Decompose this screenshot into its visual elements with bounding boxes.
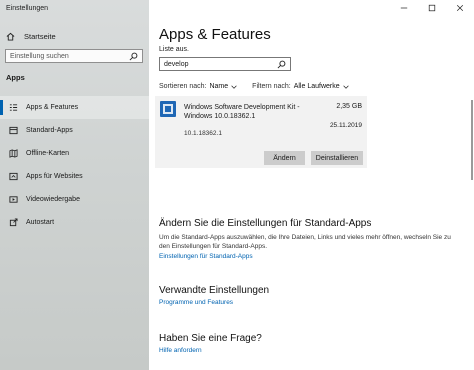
sort-value: Name — [209, 83, 229, 90]
filter-label: Filtern nach: — [252, 83, 291, 90]
sort-label: Sortieren nach: — [159, 83, 207, 90]
app-search-value: develop — [164, 60, 189, 68]
programs-features-link[interactable]: Programme und Features — [159, 299, 233, 306]
main-content: Apps & Features Liste aus. develop Sorti… — [149, 0, 474, 370]
startup-icon — [9, 218, 18, 227]
sidebar-item-video-playback[interactable]: Videowiedergabe — [0, 188, 149, 211]
search-icon[interactable] — [277, 60, 286, 69]
app-size: 2,35 GB — [336, 103, 362, 110]
scrollbar[interactable] — [471, 100, 473, 180]
search-icon[interactable] — [129, 52, 138, 61]
settings-search-input[interactable]: Einstellung suchen — [5, 49, 143, 63]
window-title: Einstellungen — [6, 5, 49, 12]
get-help-link[interactable]: Hilfe anfordern — [159, 347, 202, 354]
home-icon — [6, 32, 15, 41]
sidebar-section-title: Apps — [6, 73, 25, 82]
apps-list-icon — [9, 103, 18, 112]
sidebar-item-label: Standard-Apps — [26, 127, 73, 134]
chevron-down-icon — [342, 85, 349, 89]
sidebar-item-label: Apps & Features — [26, 104, 79, 111]
filter-dropdown[interactable]: Filtern nach: Alle Laufwerke — [252, 83, 349, 90]
app-version: 10.1.18362.1 — [184, 130, 222, 137]
question-heading: Haben Sie eine Frage? — [159, 333, 262, 344]
related-settings-heading: Verwandte Einstellungen — [159, 285, 270, 296]
close-icon — [456, 4, 464, 12]
window-controls — [390, 0, 474, 16]
settings-search-placeholder: Einstellung suchen — [10, 52, 69, 60]
home-label: Startseite — [24, 31, 56, 41]
app-install-date: 25.11.2019 — [329, 122, 362, 129]
default-apps-link[interactable]: Einstellungen für Standard-Apps — [159, 253, 253, 260]
map-icon — [9, 149, 18, 158]
sidebar-item-website-apps[interactable]: Apps für Websites — [0, 165, 149, 188]
list-label: Liste aus. — [159, 46, 189, 53]
modify-button[interactable]: Ändern — [264, 151, 305, 165]
sidebar-item-label: Apps für Websites — [26, 173, 83, 180]
sidebar-item-label: Offline-Karten — [26, 150, 70, 157]
video-icon — [9, 195, 18, 204]
filter-value: Alle Laufwerke — [293, 83, 340, 90]
app-search-input[interactable]: develop — [159, 57, 291, 71]
app-list-item[interactable]: Windows Software Development Kit - Windo… — [155, 96, 367, 168]
sidebar: Einstellungen Startseite Einstellung suc… — [0, 0, 149, 370]
close-button[interactable] — [446, 0, 474, 16]
sidebar-item-startup[interactable]: Autostart — [0, 211, 149, 234]
minimize-icon — [400, 7, 408, 9]
minimize-button[interactable] — [390, 0, 418, 16]
maximize-button[interactable] — [418, 0, 446, 16]
sidebar-item-offline-maps[interactable]: Offline-Karten — [0, 142, 149, 165]
maximize-icon — [428, 4, 436, 12]
home-link[interactable]: Startseite — [6, 30, 56, 42]
page-title: Apps & Features — [159, 26, 271, 43]
sidebar-item-label: Autostart — [26, 219, 55, 226]
sort-dropdown[interactable]: Sortieren nach: Name — [159, 83, 237, 90]
website-apps-icon — [9, 172, 18, 181]
chevron-down-icon — [231, 85, 237, 89]
sidebar-nav: Apps & Features Standard-Apps Offline-Ka… — [0, 96, 149, 234]
default-apps-icon — [9, 126, 18, 135]
default-apps-heading: Ändern Sie die Einstellungen für Standar… — [159, 218, 372, 229]
sort-filter-row: Sortieren nach: Name Filtern nach: Alle … — [159, 83, 364, 90]
sidebar-item-apps-features[interactable]: Apps & Features — [0, 96, 149, 119]
app-name: Windows Software Development Kit - Windo… — [184, 104, 300, 120]
default-apps-description: Um die Standard-Apps auszuwählen, die Ih… — [159, 234, 451, 250]
sdk-app-icon — [160, 101, 176, 117]
sidebar-item-label: Videowiedergabe — [26, 196, 80, 203]
sidebar-item-default-apps[interactable]: Standard-Apps — [0, 119, 149, 142]
uninstall-button[interactable]: Deinstallieren — [311, 151, 363, 165]
